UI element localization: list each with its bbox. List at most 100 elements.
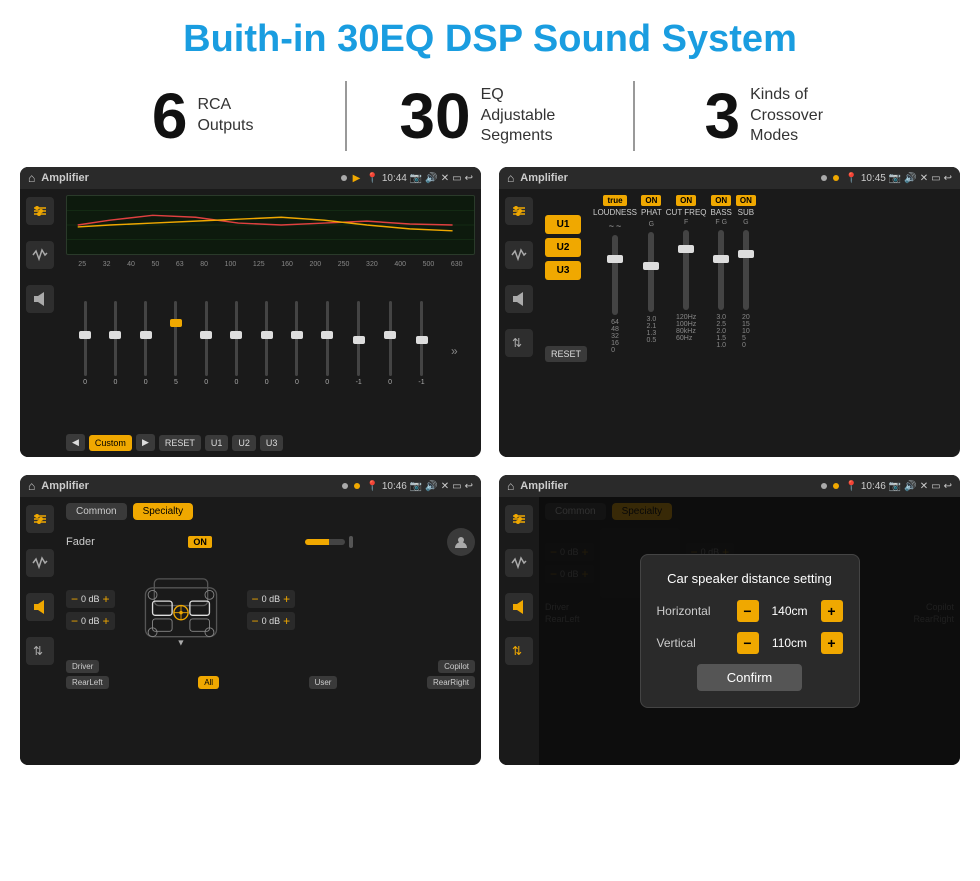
fader-sliders[interactable]	[305, 536, 353, 548]
eq-slider-3[interactable]: 0	[144, 301, 148, 401]
eq-custom-btn[interactable]: Custom	[89, 435, 132, 451]
fader-bl-plus[interactable]: +	[103, 614, 110, 628]
eq-u2-btn[interactable]: U2	[232, 435, 256, 451]
eq-slider-4[interactable]: 5	[174, 301, 178, 401]
fader-sidebar-eq-icon[interactable]	[26, 505, 54, 533]
amp-sidebar-arrows-icon[interactable]: ⇅	[505, 329, 533, 357]
amp-sub-g: G	[743, 219, 748, 226]
eq-back-icon[interactable]: ↩	[465, 173, 473, 184]
amp-bass-vals: 3.02.52.01.51.0	[716, 314, 726, 349]
eq-slider-10[interactable]: -1	[356, 301, 362, 401]
amp-sub-slider[interactable]	[743, 230, 749, 310]
amp-bass-fg: FG	[715, 219, 727, 226]
dist-vertical-plus[interactable]: +	[821, 632, 843, 654]
eq-u3-btn[interactable]: U3	[260, 435, 284, 451]
eq-slider-6[interactable]: 0	[235, 301, 239, 401]
fader-copilot-btn[interactable]: Copilot	[438, 660, 475, 673]
eq-slider-8[interactable]: 0	[295, 301, 299, 401]
amp-phat-slider[interactable]	[648, 232, 654, 312]
amp-time: 10:45	[861, 173, 886, 184]
amp-sidebar-speaker-icon[interactable]	[505, 285, 533, 313]
amp-controls-area: true LOUDNESS ~~ 644832160	[593, 195, 954, 451]
eq-u1-btn[interactable]: U1	[205, 435, 229, 451]
amp-sidebar-wave-icon[interactable]	[505, 241, 533, 269]
fader-profile-btn[interactable]	[447, 528, 475, 556]
fader-all-btn[interactable]: All	[198, 676, 219, 689]
fader-driver-btn[interactable]: Driver	[66, 660, 99, 673]
eq-reset-btn[interactable]: RESET	[159, 435, 201, 451]
eq-freq-labels: 253240 506380 100125160 200250320 400500…	[66, 261, 475, 268]
amp-sub-on: ON	[736, 195, 756, 206]
eq-slider-2[interactable]: 0	[113, 301, 117, 401]
amp-reset-btn[interactable]: RESET	[545, 346, 587, 362]
fader-location-icon: 📍	[366, 481, 378, 492]
dist-back-icon[interactable]: ↩	[944, 481, 952, 492]
fader-sidebar-wave-icon[interactable]	[26, 549, 54, 577]
eq-slider-5[interactable]: 0	[204, 301, 208, 401]
fader-home-icon[interactable]: ⌂	[28, 479, 35, 493]
eq-main-area: 253240 506380 100125160 200250320 400500…	[60, 189, 481, 457]
amp-phat-on: ON	[641, 195, 661, 206]
fader-br-plus[interactable]: +	[283, 614, 290, 628]
fader-rearright-btn[interactable]: RearRight	[427, 676, 475, 689]
dist-sidebar-speaker-icon[interactable]	[505, 593, 533, 621]
amp-u3-btn[interactable]: U3	[545, 261, 581, 280]
fader-tl-plus[interactable]: +	[103, 592, 110, 606]
dist-vertical-minus[interactable]: −	[737, 632, 759, 654]
amp-status-icons: 📍 10:45 📷 🔊 ✕ ▭ ↩	[845, 173, 952, 184]
amp-loudness-slider[interactable]	[612, 235, 618, 315]
amp-home-icon[interactable]: ⌂	[507, 171, 514, 185]
eq-controls: ◀ Custom ▶ RESET U1 U2 U3	[66, 434, 475, 451]
amp-loudness-label: LOUDNESS	[593, 208, 637, 217]
dist-status-icons: 📍 10:46 📷 🔊 ✕ ▭ ↩	[845, 481, 952, 492]
dist-vertical-ctrl: − 110cm +	[737, 632, 843, 654]
amp-battery-icon: ▭	[931, 173, 940, 184]
fader-tab-specialty[interactable]: Specialty	[133, 503, 194, 520]
fader-bl-minus[interactable]: −	[71, 614, 78, 628]
fader-v-slider[interactable]	[349, 536, 353, 548]
amp-bass-slider[interactable]	[718, 230, 724, 310]
amp-cutfreq-slider[interactable]	[683, 230, 689, 310]
fader-rearleft-btn[interactable]: RearLeft	[66, 676, 109, 689]
fader-top-row: Fader ON	[66, 528, 475, 556]
amp-back-icon[interactable]: ↩	[944, 173, 952, 184]
fader-br-minus[interactable]: −	[252, 614, 259, 628]
eq-slider-11[interactable]: 0	[388, 301, 392, 401]
fader-sidebar-speaker-icon[interactable]	[26, 593, 54, 621]
amp-x-icon: ✕	[920, 173, 928, 184]
fader-back-icon[interactable]: ↩	[465, 481, 473, 492]
fader-tl-val: 0 dB	[81, 594, 100, 604]
eq-home-icon[interactable]: ⌂	[28, 171, 35, 185]
fader-tab-common[interactable]: Common	[66, 503, 127, 520]
eq-sidebar-wave-icon[interactable]	[26, 241, 54, 269]
dist-status-bar: ⌂ Amplifier 📍 10:46 📷 🔊 ✕ ▭ ↩	[499, 475, 960, 497]
stat-rca-number: 6	[152, 84, 188, 148]
dist-horizontal-plus[interactable]: +	[821, 600, 843, 622]
eq-slider-1[interactable]: 0	[83, 301, 87, 401]
dist-sidebar-wave-icon[interactable]	[505, 549, 533, 577]
amp-u2-btn[interactable]: U2	[545, 238, 581, 257]
eq-slider-9[interactable]: 0	[325, 301, 329, 401]
eq-sidebar-speaker-icon[interactable]	[26, 285, 54, 313]
amp-u1-btn[interactable]: U1	[545, 215, 581, 234]
eq-indicator1	[341, 175, 347, 181]
fader-user-btn[interactable]: User	[309, 676, 338, 689]
eq-prev-btn[interactable]: ◀	[66, 434, 85, 451]
eq-sidebar-eq-icon[interactable]	[26, 197, 54, 225]
dist-sidebar-eq-icon[interactable]	[505, 505, 533, 533]
fader-tr-minus[interactable]: −	[252, 592, 259, 606]
fader-tr-plus[interactable]: +	[283, 592, 290, 606]
eq-slider-7[interactable]: 0	[265, 301, 269, 401]
fader-sidebar-arrows-icon[interactable]: ⇅	[26, 637, 54, 665]
dist-horizontal-minus[interactable]: −	[737, 600, 759, 622]
expand-arrow[interactable]: »	[451, 344, 458, 358]
dist-confirm-button[interactable]: Confirm	[697, 664, 803, 691]
fader-tl-minus[interactable]: −	[71, 592, 78, 606]
eq-slider-12[interactable]: -1	[418, 301, 424, 401]
eq-play-btn[interactable]: ▶	[136, 434, 155, 451]
dist-home-icon[interactable]: ⌂	[507, 479, 514, 493]
dist-sidebar-arrows-icon[interactable]: ⇅	[505, 637, 533, 665]
fader-h-slider[interactable]	[305, 539, 345, 545]
amp-sidebar-eq-icon[interactable]	[505, 197, 533, 225]
amp-cutfreq-scale: F	[684, 219, 688, 226]
